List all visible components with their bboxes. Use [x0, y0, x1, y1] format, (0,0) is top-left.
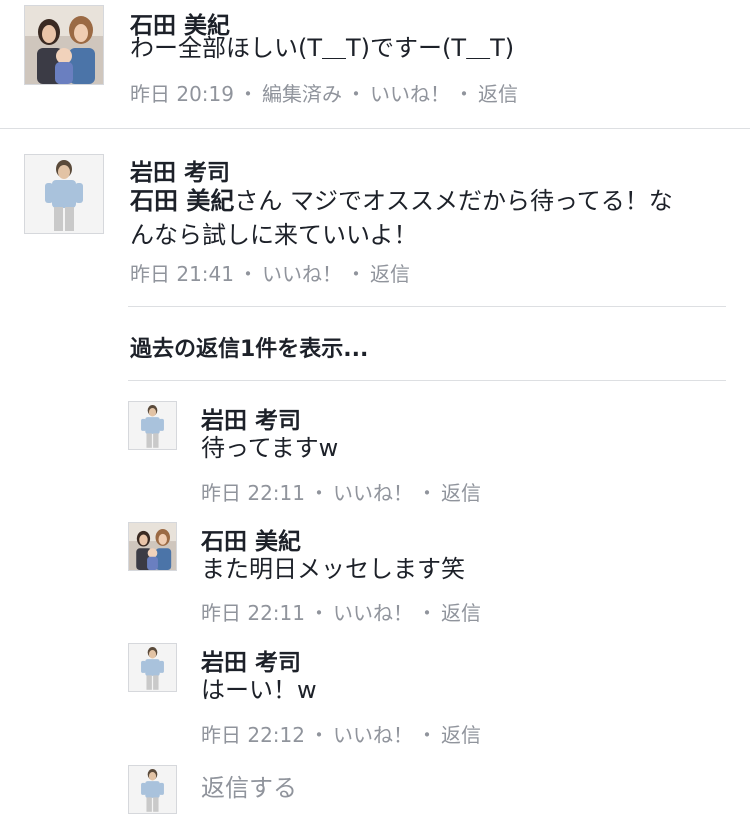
separator: ・ — [346, 262, 366, 286]
separator: ・ — [309, 723, 329, 747]
comment-text-line: さん マジでオススメだから待ってる！な — [234, 187, 673, 215]
avatar-photo-man-icon — [25, 155, 103, 233]
view-previous-replies-link[interactable]: 過去の返信1件を表示... — [130, 331, 368, 363]
like-link[interactable]: いいね！ — [333, 481, 413, 505]
separator: ・ — [346, 82, 366, 106]
avatar-photo-man-icon — [129, 402, 176, 449]
separator: ・ — [454, 82, 474, 106]
reply-link[interactable]: 返信 — [441, 723, 481, 747]
reply-timestamp: 昨日 22:12 — [201, 723, 305, 747]
reply-timestamp: 昨日 22:11 — [201, 601, 305, 625]
comment-timestamp: 昨日 21:41 — [130, 262, 234, 286]
comment-text-line: んなら試しに来ていいよ！ — [130, 221, 418, 249]
edited-link[interactable]: 編集済み — [262, 82, 342, 106]
like-link[interactable]: いいね！ — [333, 601, 413, 625]
comment-timestamp: 昨日 20:19 — [130, 82, 234, 106]
avatar-photo-man-icon — [129, 766, 176, 813]
comment-meta: 昨日 21:41 ・いいね！・返信 — [130, 258, 410, 287]
comment-text: わー全部ほしい(T＿T)ですー(T＿T) — [130, 34, 515, 62]
separator: ・ — [309, 601, 329, 625]
reply-author[interactable]: 岩田 考司 — [201, 643, 301, 677]
avatar-ishida[interactable] — [24, 5, 104, 85]
like-link[interactable]: いいね！ — [262, 262, 342, 286]
separator: ・ — [417, 601, 437, 625]
reply-author[interactable]: 石田 美紀 — [201, 522, 301, 556]
reply-text: はーい！w — [201, 676, 317, 704]
reply-link[interactable]: 返信 — [441, 601, 481, 625]
reply-link[interactable]: 返信 — [370, 262, 410, 286]
reply-link[interactable]: 返信 — [441, 481, 481, 505]
reply-timestamp: 昨日 22:11 — [201, 481, 305, 505]
avatar-photo-group-icon — [25, 6, 103, 84]
reply-text: また明日メッセします笑 — [201, 555, 465, 583]
avatar-photo-group-icon — [129, 523, 176, 570]
reply-meta: 昨日 22:12 ・いいね！・返信 — [201, 719, 481, 748]
reply-text: 待ってますw — [201, 434, 339, 462]
separator: ・ — [417, 723, 437, 747]
separator: ・ — [238, 82, 258, 106]
separator: ・ — [309, 481, 329, 505]
comment-author[interactable]: 岩田 考司 — [130, 153, 230, 187]
avatar-photo-man-icon — [129, 644, 176, 691]
reply-meta: 昨日 22:11 ・いいね！・返信 — [201, 477, 481, 506]
reply-meta: 昨日 22:11 ・いいね！・返信 — [201, 597, 481, 626]
avatar-iwata[interactable] — [24, 154, 104, 234]
comment-divider — [0, 128, 750, 129]
comment-text: 石田 美紀さん マジでオススメだから待ってる！な んなら試しに来ていいよ！ — [130, 184, 730, 252]
like-link[interactable]: いいね！ — [370, 82, 450, 106]
reply-author[interactable]: 岩田 考司 — [201, 401, 301, 435]
avatar-current-user — [128, 765, 177, 814]
comment-meta: 昨日 20:19 ・編集済み・いいね！・返信 — [130, 78, 518, 107]
like-link[interactable]: いいね！ — [333, 723, 413, 747]
separator: ・ — [238, 262, 258, 286]
avatar-iwata[interactable] — [128, 643, 177, 692]
reply-input[interactable] — [201, 770, 701, 806]
separator: ・ — [417, 481, 437, 505]
mention-link[interactable]: 石田 美紀 — [130, 187, 234, 215]
avatar-iwata[interactable] — [128, 401, 177, 450]
replies-divider — [128, 306, 726, 307]
replies-divider — [128, 380, 726, 381]
reply-link[interactable]: 返信 — [478, 82, 518, 106]
avatar-ishida[interactable] — [128, 522, 177, 571]
